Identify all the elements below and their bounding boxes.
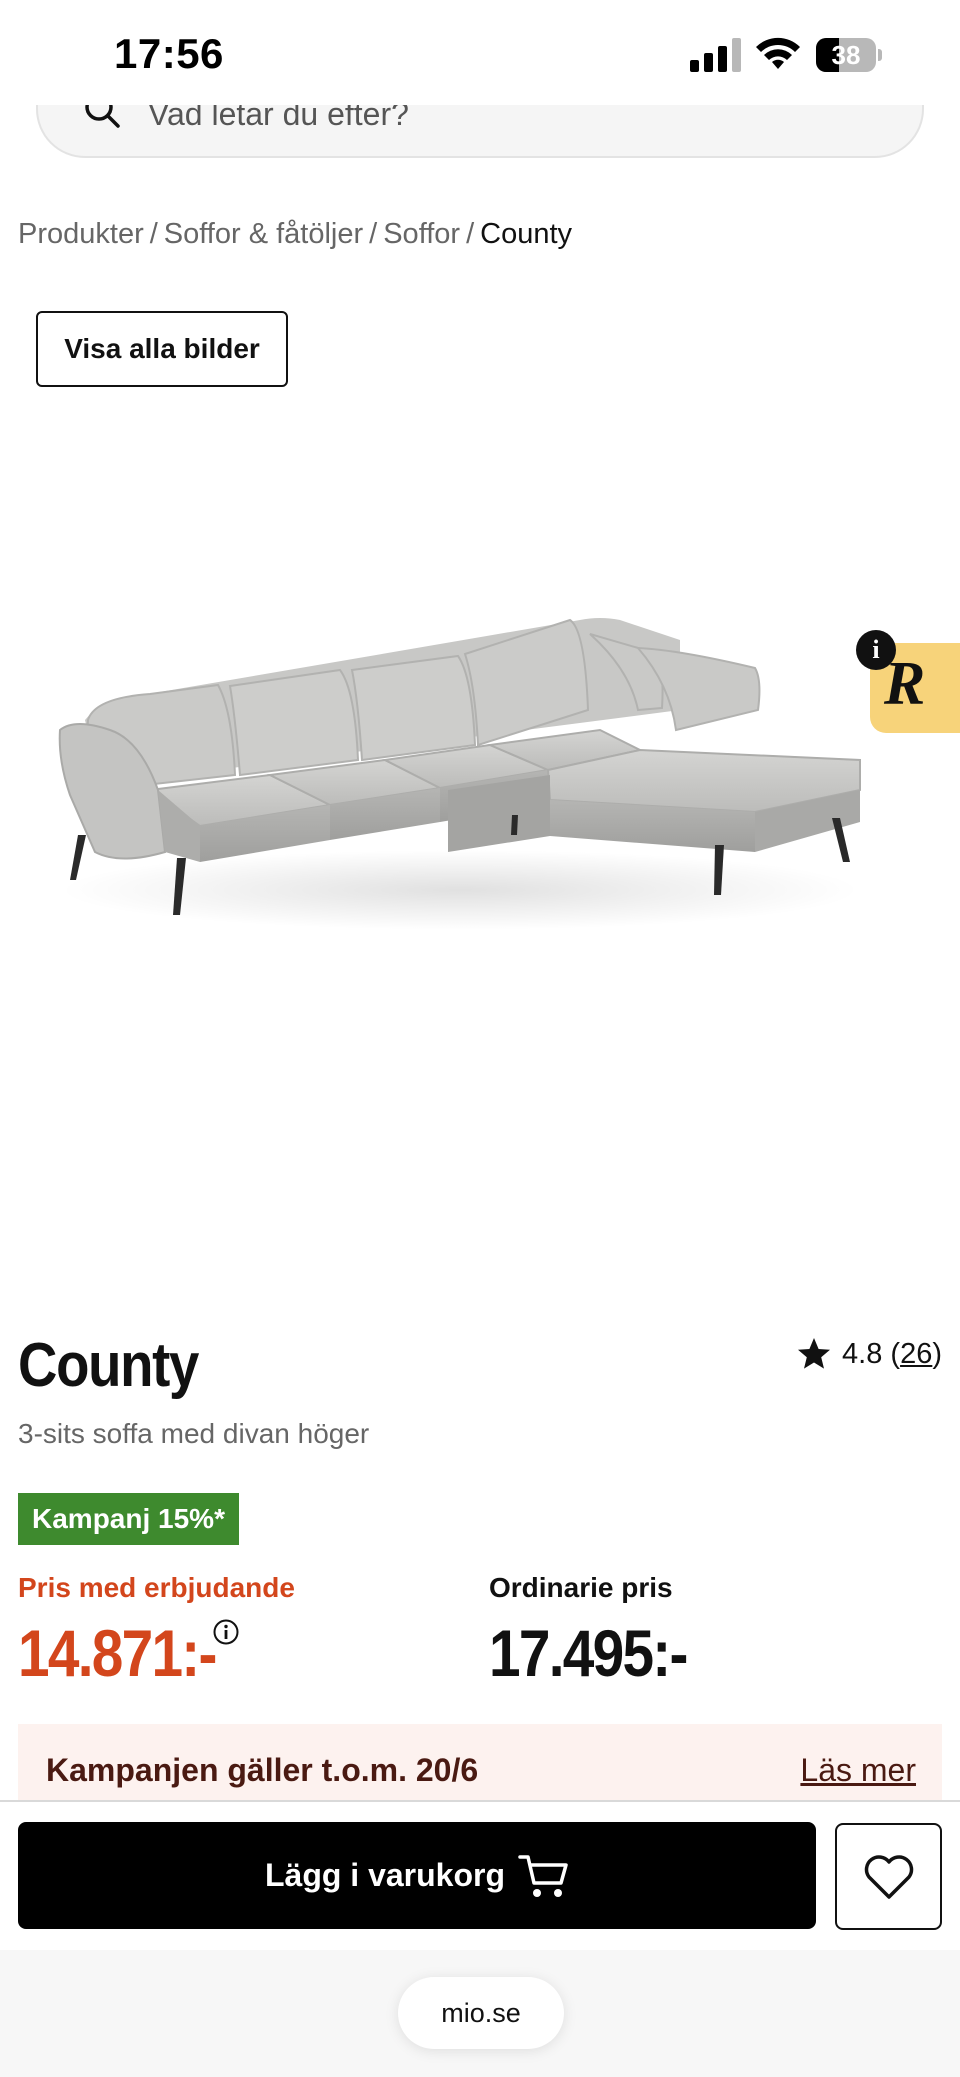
breadcrumb-item-soffor-fatoljer[interactable]: Soffor & fåtöljer	[164, 218, 363, 250]
status-time: 17:56	[114, 30, 224, 77]
wishlist-button[interactable]	[835, 1823, 942, 1930]
status-bar: 17:56 38	[0, 0, 960, 105]
product-subtitle: 3-sits soffa med divan höger	[18, 1418, 370, 1449]
action-bar: Lägg i varukorg	[0, 1800, 960, 1950]
browser-url[interactable]: mio.se	[398, 1977, 564, 2049]
rating-value: 4.8	[842, 1337, 883, 1370]
cart-icon	[518, 1854, 568, 1897]
breadcrumb-separator: /	[466, 218, 475, 250]
product-image[interactable]	[40, 590, 880, 960]
offer-price: 14.871:-	[18, 1616, 217, 1690]
review-count-link[interactable]: 26	[900, 1338, 932, 1371]
info-icon[interactable]: i	[856, 630, 896, 670]
cellular-signal-icon	[690, 38, 742, 72]
add-to-cart-button[interactable]: Lägg i varukorg	[18, 1822, 816, 1929]
regular-price: 17.495:-	[489, 1616, 688, 1690]
breadcrumb-separator: /	[149, 218, 158, 250]
breadcrumb-item-produkter[interactable]: Produkter	[18, 218, 144, 250]
breadcrumb-current: County	[480, 218, 573, 250]
breadcrumb-item-soffor[interactable]: Soffor	[383, 218, 460, 250]
rating-open-paren: (	[882, 1337, 901, 1370]
rating-close-paren: )	[932, 1337, 942, 1370]
product-title: County	[18, 1331, 199, 1400]
heart-icon	[864, 1854, 913, 1899]
breadcrumb-separator: /	[369, 218, 378, 250]
read-more-link[interactable]: Läs mer	[800, 1752, 916, 1789]
campaign-banner: Kampanjen gäller t.o.m. 20/6 Läs mer	[18, 1724, 942, 1802]
battery-icon: 38	[816, 38, 882, 72]
regular-price-label: Ordinarie pris	[489, 1572, 673, 1603]
price-info-icon[interactable]	[212, 1618, 240, 1646]
star-icon	[798, 1338, 831, 1369]
wifi-icon	[756, 37, 800, 69]
campaign-badge: Kampanj 15%*	[18, 1493, 239, 1545]
product-rating[interactable]: 4.8 (26)	[796, 1336, 942, 1372]
campaign-banner-text: Kampanjen gäller t.o.m. 20/6	[46, 1752, 479, 1788]
breadcrumb: Produkter / Soffor & fåtöljer / Soffor / Count…	[18, 218, 572, 251]
show-all-images-button[interactable]: Visa alla bilder	[36, 311, 288, 387]
add-to-cart-label: Lägg i varukorg	[264, 1857, 506, 1893]
offer-price-label: Pris med erbjudande	[18, 1572, 295, 1603]
battery-level: 38	[831, 40, 861, 70]
